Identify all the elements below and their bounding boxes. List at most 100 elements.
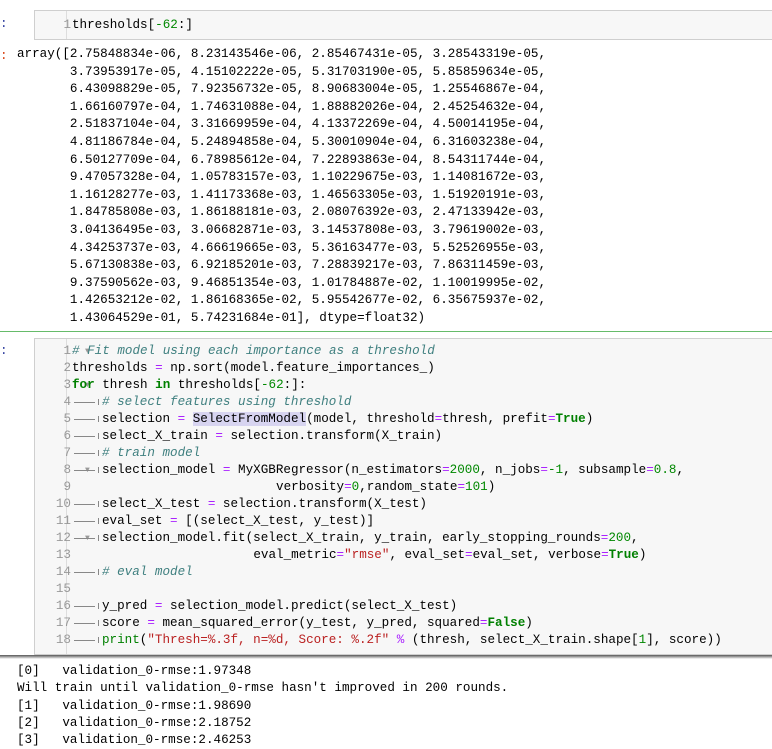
code-token-op: = [434,412,443,426]
code-token-plain: ,random_state [359,480,458,494]
output-line: 9.47057328e-04, 1.05783157e-03, 1.102296… [17,170,547,185]
code-token-plain: (model, threshold [306,412,435,426]
output-line: 1.42653212e-02, 1.86168365e-02, 5.955426… [17,293,547,308]
line-number: 1 [63,344,71,358]
code-token-comment: # select features using threshold [102,395,352,409]
code-token-plain: , n_jobs [479,463,541,477]
code-token-op: = [601,548,609,562]
cell-1-input-prompt: : [0,17,8,31]
code-token-op: = [344,480,352,494]
output-line: 1.16128277e-03, 1.41173368e-03, 1.465633… [17,187,547,202]
code-token-plain: ) [487,480,496,494]
tab-indent-icon [72,411,102,428]
code-text: # eval model [72,564,193,581]
code-token-op: = [170,514,178,528]
line-number: 14 [55,565,71,579]
code-token-op: = [147,616,155,630]
code-line: 4 # select features using threshold [35,394,772,411]
code-token-op: = [457,480,466,494]
line-number: 5 [63,412,71,426]
cell-2-input-prompt: : [0,344,8,358]
line-number: 7 [63,446,71,460]
line-number: 4 [63,395,71,409]
line-number: 10 [55,497,71,511]
selected-cell-border [0,331,772,332]
line-number: 8 [63,463,71,477]
code-token-plain: select_X_test [102,497,208,511]
code-line: 13 eval_metric="rmse", eval_set=eval_set… [35,547,772,564]
line-number: 17 [55,616,71,630]
tab-indent-icon [72,615,102,632]
line-number: 16 [55,599,71,613]
cell-shadow [0,655,772,659]
code-token-kw: False [487,616,526,630]
code-token-op: = [155,361,163,375]
code-token-plain: select_X_train [102,429,216,443]
code-line: 1 ▼ # Fit model using each importance as a… [35,343,772,360]
code-token-plain: thresholds[ [170,378,261,392]
cell-1-code-editor[interactable]: 1 thresholds[-62:] [34,10,772,40]
code-token-plain: [(select_X_test, y_test)] [177,514,375,528]
code-token-plain: MyXGBRegressor(n_estimators [230,463,443,477]
code-token-num: -62 [260,378,284,392]
line-number: 6 [63,429,71,443]
code-line: 15 [35,581,772,598]
code-token-plain: mean_squared_error(y_test, y_pred, squar… [154,616,480,630]
code-token-kw: for [72,378,95,392]
line-number: 18 [55,633,71,647]
code-token-plain: selection.transform(X_train) [222,429,443,443]
code-token-plain: ], score)) [646,633,722,647]
code-line: 9 verbosity=0,random_state=101) [35,479,772,496]
code-line: 10 select_X_test = selection.transform(X_… [35,496,772,513]
code-text: # Fit model using each importance as a t… [72,343,435,360]
output-line: 1.66160797e-04, 1.74631088e-04, 1.888820… [17,99,547,114]
code-line: 3 ▼ for thresh in thresholds[-62:]: [35,377,772,394]
code-lines: 1 ▼ # Fit model using each importance as a… [35,343,772,649]
code-text: selection_model.fit(select_X_train, y_tr… [72,530,639,547]
code-token-num: -62 [155,18,178,32]
tab-indent-icon [72,530,102,547]
code-token-plain: (thresh, select_X_train.shape[ [404,633,639,647]
code-token-plain: selection.transform(X_test) [215,497,427,511]
output-line: [1] validation_0-rmse:1.98690 [17,698,252,713]
code-line: 2 thresholds = np.sort(model.feature_impo… [35,360,772,377]
output-line: 6.50127709e-04, 6.78985612e-04, 7.228938… [17,152,547,167]
tab-indent-icon [72,445,102,462]
code-token-plain: selection_model.fit(select_X_train, y_tr… [102,531,601,545]
code-token-plain: :]: [283,378,307,392]
code-lines: 1 thresholds[-62:] [35,17,772,34]
code-token-plain: eval_metric [72,548,337,562]
code-token-op: = [442,463,450,477]
output-line: 4.81186784e-04, 5.24894858e-04, 5.300109… [17,134,547,149]
code-token-plain: , subsample [563,463,647,477]
output-line: 2.51837104e-04, 3.31669959e-04, 4.133722… [17,117,547,132]
code-token-num: 2000 [449,463,480,477]
tab-indent-icon [72,394,102,411]
code-token-plain: verbosity [72,480,345,494]
code-token-plain: y_pred [102,599,155,613]
code-token-comment: # train model [102,446,201,460]
code-token-plain: , [676,463,685,477]
code-token-str: "Thresh=%.3f, n=%d, Score: %.2f" [147,633,390,647]
code-line: 17 score = mean_squared_error(y_test, y_p… [35,615,772,632]
output-line: 3.04136495e-03, 3.06682871e-03, 3.145378… [17,222,547,237]
output-line: [0] validation_0-rmse:1.97348 [17,664,252,678]
code-token-kw: True [555,412,586,426]
output-line: array([2.75848834e-06, 8.23143546e-06, 2… [17,47,547,61]
code-token-kw: True [608,548,639,562]
code-text: thresholds[-62:] [72,17,193,34]
cell-2-code-editor[interactable]: 1 ▼ # Fit model using each importance as a… [34,338,772,655]
code-token-plain: np.sort(model.feature_importances_) [162,361,435,375]
code-token-plain: thresholds[ [72,18,156,32]
code-text: select_X_train = selection.transform(X_t… [72,428,442,445]
tab-indent-icon [72,496,102,513]
code-text: for thresh in thresholds[-62:]: [72,377,306,394]
output-line: 1.84785808e-03, 1.86188181e-03, 2.080763… [17,205,547,220]
output-line: [3] validation_0-rmse:2.46253 [17,733,252,748]
code-text: eval_metric="rmse", eval_set=eval_set, v… [72,547,646,564]
code-token-num: 0.8 [653,463,677,477]
code-text: # select features using threshold [72,394,351,411]
output-line: [2] validation_0-rmse:2.18752 [17,715,252,730]
code-token-num: 200 [608,531,632,545]
